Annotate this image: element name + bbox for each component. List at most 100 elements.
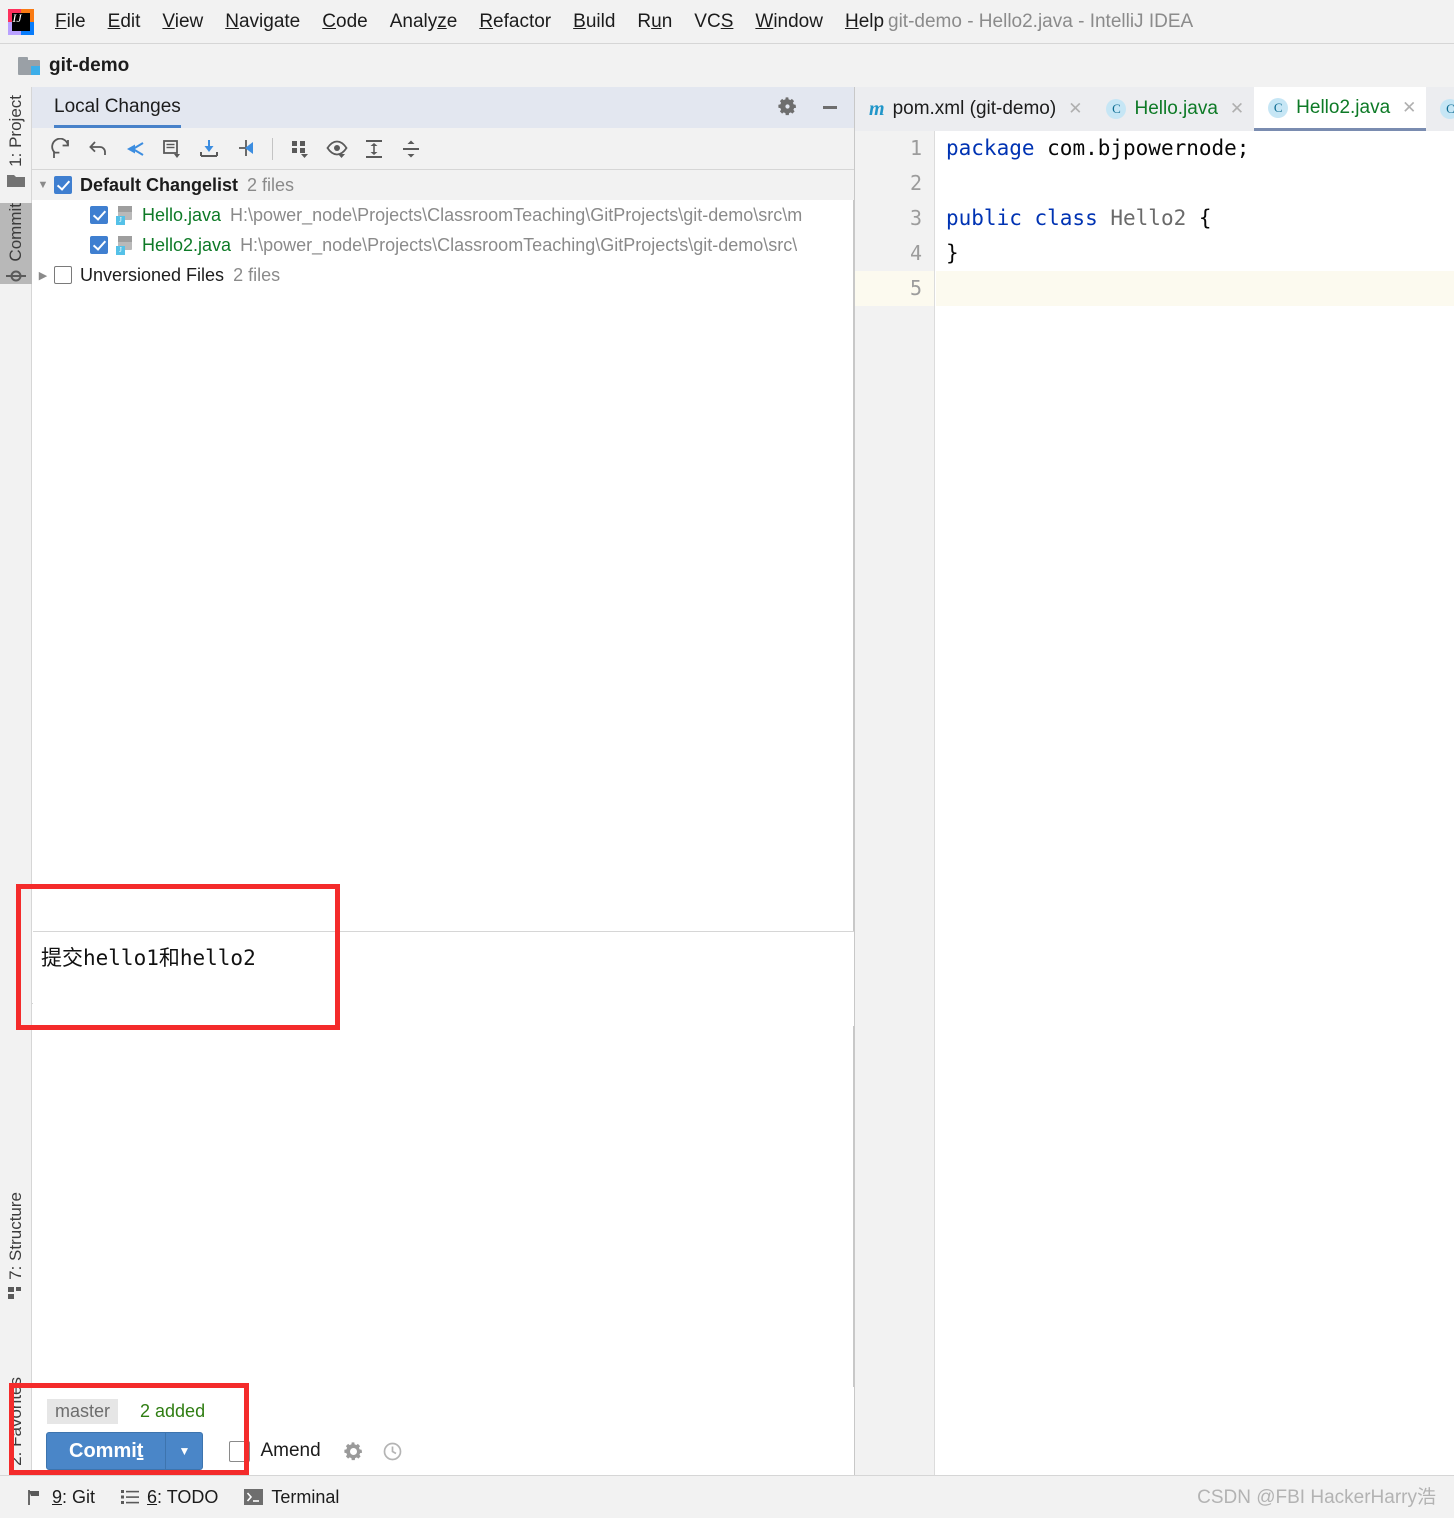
project-folder-icon xyxy=(18,56,40,75)
menu-window[interactable]: Window xyxy=(744,8,834,35)
unversioned-checkbox[interactable] xyxy=(54,266,72,284)
tab-local-changes[interactable]: Local Changes xyxy=(54,96,181,128)
commit-settings-gear-icon[interactable] xyxy=(343,1441,364,1462)
close-x-icon[interactable]: ✕ xyxy=(1402,98,1416,118)
class-c-icon: C xyxy=(1440,99,1454,119)
amend-checkbox[interactable] xyxy=(229,1440,251,1462)
local-changes-header: Local Changes xyxy=(32,87,854,128)
status-item-terminal[interactable]: Terminal xyxy=(244,1487,339,1508)
file-path: H:\power_node\Projects\ClassroomTeaching… xyxy=(240,234,798,255)
close-x-icon[interactable]: ✕ xyxy=(1230,99,1244,119)
status-badge: master xyxy=(47,1399,119,1424)
commit-actions-row: Commit ▼ Amend xyxy=(46,1432,403,1470)
sidebar-item-favorites[interactable]: 2: Favorites xyxy=(0,1377,32,1489)
editor-code-area[interactable]: package com.bjpowernode; public class He… xyxy=(936,131,1454,1475)
code-line: package com.bjpowernode; xyxy=(946,136,1250,160)
sidebar-item-project[interactable]: 1: Project xyxy=(0,95,32,187)
code-line: public class Hello2 { xyxy=(946,206,1212,230)
minimize-icon[interactable] xyxy=(820,97,840,117)
line-number: 5 xyxy=(855,271,934,306)
tool-window-stripe-left: 1: Project Commit 7: Structure 2: Favori… xyxy=(0,87,32,1489)
tab-overflow[interactable]: C xyxy=(1426,87,1454,131)
tree-row-changelist[interactable]: ▼ Default Changelist 2 files xyxy=(32,170,854,200)
commit-footer: master 2 added Commit ▼ Amend xyxy=(32,1387,854,1475)
chevron-down-icon[interactable]: ▼ xyxy=(166,1444,202,1458)
move-to-changelist-button[interactable] xyxy=(227,132,264,166)
menu-analyze[interactable]: Analyze xyxy=(379,8,469,35)
local-changes-panel: Local Changes ▼ Default Changelist 2 fil… xyxy=(32,87,854,1475)
menu-file[interactable]: File xyxy=(44,8,97,35)
intellij-idea-logo-icon: IJ xyxy=(8,8,34,35)
added-count: 2 added xyxy=(140,1401,206,1421)
menu-navigate[interactable]: Navigate xyxy=(214,8,311,35)
collapse-triangle-icon[interactable]: ▼ xyxy=(32,179,54,191)
rollback-button[interactable] xyxy=(79,132,116,166)
show-diff-button[interactable] xyxy=(116,132,153,166)
sidebar-item-project-label: 1: Project xyxy=(6,95,25,167)
menu-refactor[interactable]: Refactor xyxy=(468,8,562,35)
group-by-button[interactable] xyxy=(281,132,318,166)
menu-help[interactable]: Help xyxy=(834,8,895,35)
gear-icon[interactable] xyxy=(777,96,798,117)
status-item-git-label: 9: Git xyxy=(52,1486,96,1507)
tree-row-unversioned[interactable]: ▶ Unversioned Files 2 files xyxy=(32,260,854,290)
file-name: Hello2.java xyxy=(142,234,232,255)
menu-run[interactable]: Run xyxy=(626,8,683,35)
changelist-count: 2 files xyxy=(247,174,295,195)
commit-message-input[interactable]: 提交hello1和hello2 xyxy=(33,931,854,1026)
unversioned-name: Unversioned Files xyxy=(80,264,225,285)
close-x-icon[interactable]: ✕ xyxy=(1068,99,1082,119)
maven-m-icon: m xyxy=(869,97,885,120)
sidebar-item-commit[interactable]: Commit xyxy=(0,203,32,284)
table-row[interactable]: J Hello.java H:\power_node\Projects\Clas… xyxy=(32,200,854,230)
sidebar-item-favorites-label: 2: Favorites xyxy=(6,1377,25,1466)
java-file-icon: J xyxy=(116,235,135,255)
tab-label: pom.xml (git-demo) xyxy=(892,98,1057,119)
java-file-icon: J xyxy=(116,205,135,225)
eye-dropdown-button[interactable] xyxy=(318,132,355,166)
status-item-todo-label: 6: TODO xyxy=(147,1486,219,1507)
table-row[interactable]: J Hello2.java H:\power_node\Projects\Cla… xyxy=(32,230,854,260)
line-number: 1 xyxy=(909,136,922,160)
sidebar-item-structure-label: 7: Structure xyxy=(6,1192,25,1280)
collapse-all-button[interactable] xyxy=(392,132,429,166)
file-checkbox[interactable] xyxy=(90,236,108,254)
tab-label: Hello.java xyxy=(1134,98,1218,119)
commit-button-label: Commit xyxy=(69,1439,144,1462)
tab-hello2-java[interactable]: C Hello2.java ✕ xyxy=(1254,87,1427,131)
commit-history-clock-icon[interactable] xyxy=(382,1441,403,1462)
file-checkbox[interactable] xyxy=(90,206,108,224)
tab-pom-xml[interactable]: m pom.xml (git-demo) ✕ xyxy=(855,87,1092,131)
refresh-button[interactable] xyxy=(42,132,79,166)
tab-hello-java[interactable]: C Hello.java ✕ xyxy=(1092,87,1254,131)
commit-button[interactable]: Commit ▼ xyxy=(46,1432,204,1470)
sidebar-item-structure[interactable]: 7: Structure xyxy=(0,1192,32,1300)
menu-edit[interactable]: Edit xyxy=(97,8,152,35)
unversioned-count: 2 files xyxy=(233,264,281,285)
menu-vcs[interactable]: VCS xyxy=(683,8,744,35)
line-number: 4 xyxy=(909,241,922,265)
git-branch-icon xyxy=(26,1488,44,1506)
changelist-checkbox[interactable] xyxy=(54,176,72,194)
toolbar-separator xyxy=(272,137,273,160)
class-c-icon: C xyxy=(1268,97,1289,118)
menu-build[interactable]: Build xyxy=(562,8,626,35)
editor-tab-bar: m pom.xml (git-demo) ✕ C Hello.java ✕ C … xyxy=(855,87,1454,131)
terminal-icon xyxy=(244,1489,264,1505)
branch-status-row: master 2 added xyxy=(47,1399,205,1424)
local-changes-toolbar xyxy=(32,128,854,170)
title-bar: IJ File Edit View Navigate Code Analyze … xyxy=(0,0,1454,44)
shelve-changes-button[interactable] xyxy=(190,132,227,166)
menu-view[interactable]: View xyxy=(151,8,214,35)
status-item-todo[interactable]: 6: TODO xyxy=(121,1487,218,1508)
file-path: H:\power_node\Projects\ClassroomTeaching… xyxy=(230,204,803,225)
note-dropdown-button[interactable] xyxy=(153,132,190,166)
editor-gutter: 1 2 3 4 5 xyxy=(855,131,935,1475)
status-item-git[interactable]: 9: Git xyxy=(26,1487,95,1508)
expand-triangle-icon[interactable]: ▶ xyxy=(32,269,54,282)
folder-icon xyxy=(7,173,25,187)
file-name: Hello.java xyxy=(142,204,222,225)
menu-code[interactable]: Code xyxy=(311,8,378,35)
expand-all-button[interactable] xyxy=(355,132,392,166)
